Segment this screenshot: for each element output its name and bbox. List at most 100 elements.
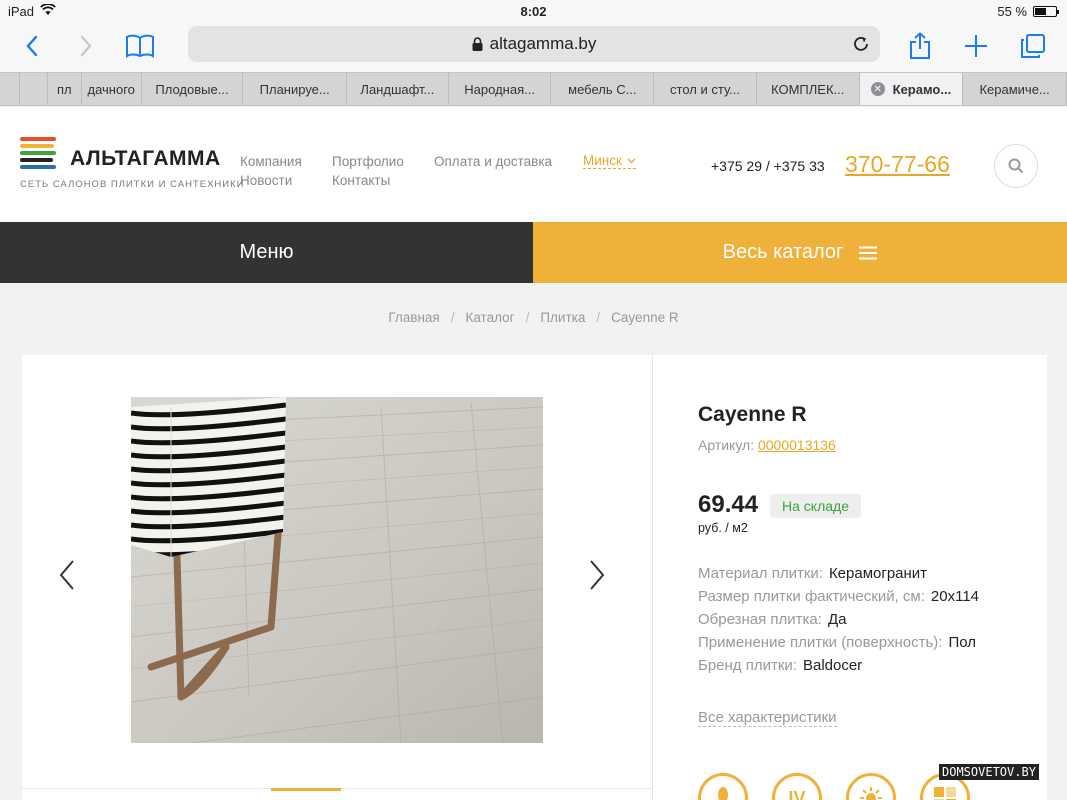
nav-company[interactable]: Компания <box>240 152 302 171</box>
tab-edge <box>0 73 20 105</box>
all-characteristics-link[interactable]: Все характеристики <box>698 709 837 727</box>
city-label: Минск <box>583 153 622 168</box>
tab-label: мебель С... <box>568 81 637 97</box>
tab-active[interactable]: ✕ Керамо... <box>859 73 964 105</box>
spec-row: Применение плитки (поверхность): Пол <box>698 631 979 654</box>
tab[interactable]: Ландшафт... <box>347 73 449 105</box>
search-button[interactable] <box>994 144 1038 188</box>
tabs-icon <box>1021 34 1045 58</box>
search-icon <box>1008 158 1024 174</box>
tab-label: пл <box>57 81 72 97</box>
gallery-thumb-indicator[interactable] <box>271 788 341 791</box>
wear-class-icon[interactable]: IV <box>772 773 822 800</box>
product-specs: Материал плитки: Керамогранит Размер плит… <box>698 562 979 677</box>
spec-value: Да <box>827 611 847 628</box>
tab[interactable]: Плодовые... <box>142 73 244 105</box>
close-tab-icon[interactable]: ✕ <box>870 82 885 96</box>
chevron-down-icon <box>627 158 636 163</box>
hamburger-icon <box>859 246 878 259</box>
spec-row: Бренд плитки: Baldocer <box>698 654 979 677</box>
product-card: Cayenne R Артикул: 0000013136 69.44 На с… <box>22 355 1047 800</box>
bookmarks-button[interactable] <box>124 30 156 62</box>
address-bar[interactable]: altagamma.by <box>188 26 880 62</box>
spec-key: Обрезная плитка: <box>698 611 822 628</box>
tab-label: КОМПЛЕК... <box>771 81 845 97</box>
gallery-prev-button[interactable] <box>52 555 82 595</box>
breadcrumb-current: Cayenne R <box>611 310 679 325</box>
catalog-button[interactable]: Весь каталог <box>533 222 1067 283</box>
nav-news[interactable]: Новости <box>240 171 302 190</box>
catalog-label: Весь каталог <box>722 241 844 263</box>
tab[interactable]: стол и сту... <box>654 73 757 105</box>
spec-row: Обрезная плитка: Да <box>698 608 979 631</box>
tab[interactable]: Керамиче... <box>963 73 1067 105</box>
feature-icons: IV <box>698 773 970 800</box>
tab[interactable]: КОМПЛЕК... <box>757 73 860 105</box>
back-button[interactable] <box>16 30 48 62</box>
chevron-right-icon <box>590 560 605 590</box>
status-bar: iPad 8:02 55 % <box>0 0 1067 22</box>
tab-label: Плодовые... <box>155 81 229 97</box>
menu-button[interactable]: Меню <box>0 222 533 283</box>
breadcrumb-tile[interactable]: Плитка <box>540 310 585 325</box>
product-gallery <box>22 355 653 800</box>
reload-icon[interactable] <box>852 35 870 58</box>
product-photo[interactable] <box>131 397 543 743</box>
battery-percent: 55 % <box>997 4 1027 19</box>
tab[interactable]: мебель С... <box>551 73 655 105</box>
nav-column: Компания Новости <box>240 152 302 190</box>
book-icon <box>126 34 154 58</box>
frost-icon[interactable] <box>846 773 896 800</box>
chevron-left-icon <box>59 560 74 590</box>
stock-badge: На складе <box>770 494 861 518</box>
spec-key: Бренд плитки: <box>698 657 797 674</box>
product-title: Cayenne R <box>698 403 807 426</box>
tab[interactable]: дачного <box>82 73 142 105</box>
tab-label: Народная... <box>464 81 535 97</box>
spec-value: Керамогранит <box>828 565 928 582</box>
price-unit: руб. / м2 <box>698 521 748 535</box>
nav-column: Оплата и доставка <box>434 152 552 171</box>
tab-label: Планируе... <box>259 81 330 97</box>
foot-icon[interactable] <box>698 773 748 800</box>
breadcrumb-home[interactable]: Главная <box>388 310 439 325</box>
chevron-left-icon <box>26 35 38 57</box>
tab-label: Керамиче... <box>979 81 1050 97</box>
spec-key: Применение плитки (поверхность): <box>698 634 943 651</box>
tabs-overview-button[interactable] <box>1017 30 1049 62</box>
nav-portfolio[interactable]: Портфолио <box>332 152 404 171</box>
sku-link[interactable]: 0000013136 <box>758 437 836 453</box>
breadcrumb-catalog[interactable]: Каталог <box>465 310 514 325</box>
spec-value: Baldocer <box>802 657 863 674</box>
nav-contacts[interactable]: Контакты <box>332 171 404 190</box>
site-header: АЛЬТАГАММА СЕТЬ САЛОНОВ ПЛИТКИ И САНТЕХН… <box>0 107 1067 222</box>
tab-label: Ландшафт... <box>360 81 435 97</box>
tab-label: Керамо... <box>892 81 952 97</box>
tab[interactable]: Народная... <box>449 73 552 105</box>
tab-edge <box>20 73 48 105</box>
logo-stripes-icon <box>20 137 58 171</box>
url-text: altagamma.by <box>489 34 597 53</box>
share-button[interactable] <box>904 30 936 62</box>
plus-icon <box>965 35 987 57</box>
nav-payment-delivery[interactable]: Оплата и доставка <box>434 152 552 171</box>
spec-key: Размер плитки фактический, см: <box>698 588 925 605</box>
clock: 8:02 <box>520 4 547 19</box>
gallery-next-button[interactable] <box>582 555 612 595</box>
phone-prefix: +375 29 / +375 33 <box>711 158 825 174</box>
product-sku: Артикул: 0000013136 <box>698 437 836 453</box>
spec-row: Материал плитки: Керамогранит <box>698 562 979 585</box>
sku-label: Артикул: <box>698 437 755 453</box>
product-price: 69.44 <box>698 491 759 518</box>
spec-value: Пол <box>948 634 976 651</box>
tab[interactable]: Планируе... <box>243 73 348 105</box>
forward-button[interactable] <box>70 30 102 62</box>
tab-label: стол и сту... <box>670 81 740 97</box>
phone-number-link[interactable]: 370-77-66 <box>845 151 950 178</box>
tab[interactable]: пл <box>48 73 82 105</box>
spec-value: 20x114 <box>930 588 980 605</box>
battery-icon <box>1033 6 1059 17</box>
browser-toolbar: altagamma.by <box>0 22 1067 72</box>
city-selector[interactable]: Минск <box>583 153 636 169</box>
new-tab-button[interactable] <box>960 30 992 62</box>
